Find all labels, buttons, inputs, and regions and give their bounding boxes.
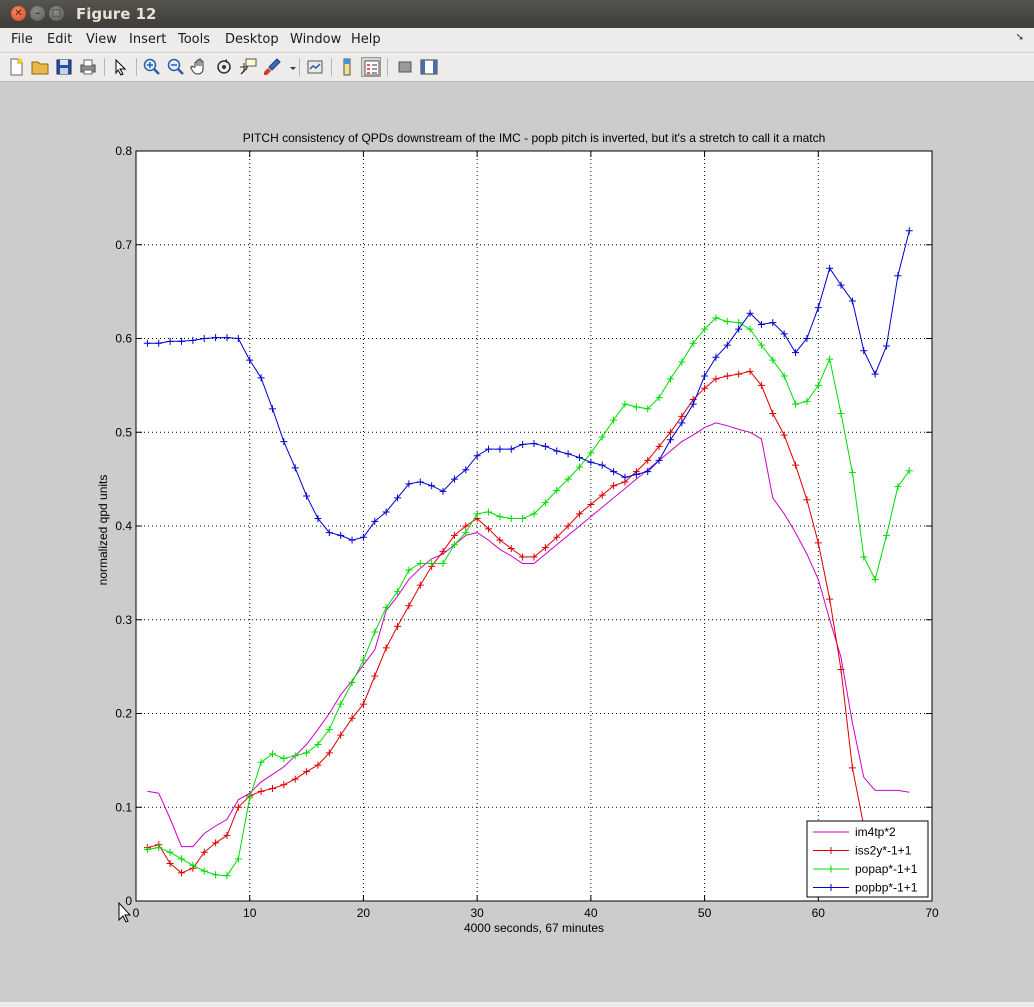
y-tick-label: 0.6 xyxy=(115,332,132,346)
x-axis-label: 4000 seconds, 67 minutes xyxy=(464,921,604,935)
x-tick-label: 30 xyxy=(470,906,484,920)
y-tick-label: 0.2 xyxy=(115,707,132,721)
x-tick-label: 40 xyxy=(584,906,598,920)
legend-entry-label: popap*-1+1 xyxy=(855,862,918,876)
x-tick-label: 70 xyxy=(925,906,939,920)
x-tick-label: 0 xyxy=(133,906,140,920)
y-tick-label: 0.1 xyxy=(115,800,132,814)
legend: im4tp*2 iss2y*-1+1 popap*-1+1 popbp*-1+1 xyxy=(806,820,929,898)
x-tick-label: 20 xyxy=(357,906,371,920)
y-axis-label: normalized qpd units xyxy=(96,475,110,586)
x-tick-label: 10 xyxy=(243,906,257,920)
x-tick-label: 50 xyxy=(698,906,712,920)
legend-entry-label: iss2y*-1+1 xyxy=(855,844,912,858)
y-tick-label: 0.8 xyxy=(115,144,132,158)
chart-title: PITCH consistency of QPDs downstream of … xyxy=(243,131,826,145)
y-tick-label: 0.7 xyxy=(115,238,132,252)
legend-entry-label: im4tp*2 xyxy=(855,825,896,839)
y-tick-label: 0.4 xyxy=(115,519,132,533)
legend-entry-label: popbp*-1+1 xyxy=(855,881,918,895)
y-tick-label: 0.3 xyxy=(115,613,132,627)
y-tick-label: 0.5 xyxy=(115,425,132,439)
line-chart[interactable]: 0 10 20 30 40 50 60 7000.10.20.30.40.50.60.70.8… xyxy=(0,0,1034,1007)
x-tick-label: 60 xyxy=(812,906,826,920)
mouse-pointer-icon xyxy=(118,902,132,923)
